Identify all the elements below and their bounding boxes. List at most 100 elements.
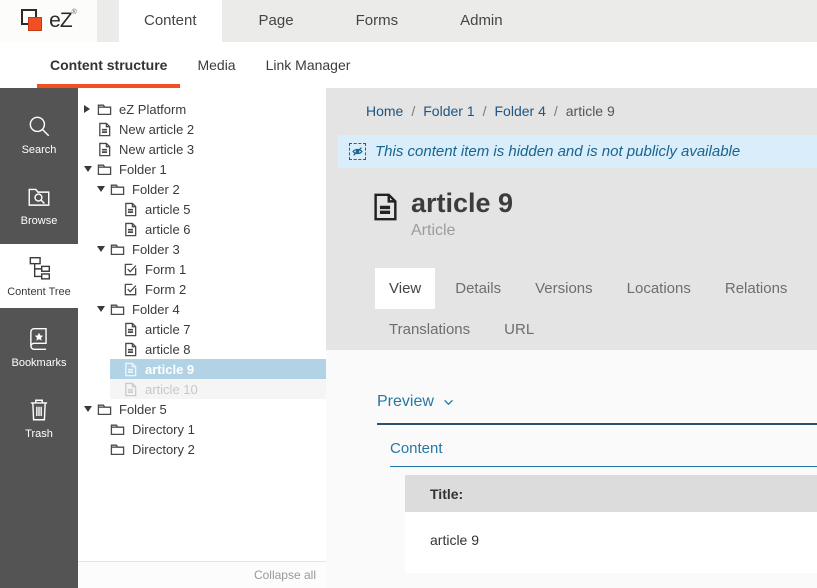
preview-label: Preview [377,393,434,411]
sidebar-item-browse[interactable]: Browse [0,173,78,237]
subnav-link-manager[interactable]: Link Manager [266,42,351,88]
top-bar: eZ® Content Page Forms Admin [0,0,817,42]
tree-item-label: New article 2 [119,122,194,137]
tree-item[interactable]: article 7 [78,319,326,339]
breadcrumb-link-home[interactable]: Home [366,103,403,119]
tab-url[interactable]: URL [490,309,548,350]
tree-item[interactable]: article 8 [78,339,326,359]
expander-icon[interactable] [97,186,110,192]
nav-tab-page[interactable]: Page [234,0,319,42]
tree-item[interactable]: eZ Platform [78,99,326,119]
nav-tab-content[interactable]: Content [119,0,222,42]
browse-icon [26,184,52,210]
tab-translations[interactable]: Translations [375,309,484,350]
nav-tab-forms[interactable]: Forms [331,0,424,42]
content-tree-icon [26,255,52,281]
breadcrumb-link-folder1[interactable]: Folder 1 [423,103,474,119]
article-icon [123,222,138,237]
tree-item-label: Folder 1 [119,162,167,177]
expander-icon[interactable] [84,406,97,412]
nav-tab-admin[interactable]: Admin [435,0,528,42]
tab-view[interactable]: View [375,268,435,309]
tree-item[interactable]: Directory 1 [78,419,326,439]
sidebar-item-label: Content Tree [7,286,71,298]
main-nav: Content Page Forms Admin [119,0,528,42]
article-icon [123,342,138,357]
tree-item-label: article 5 [145,202,191,217]
tree-item[interactable]: Folder 5 [78,399,326,419]
folder-icon [110,422,125,437]
page-title: article 9 [411,188,513,218]
sidebar-item-label: Bookmarks [11,357,66,369]
tree-item-hidden[interactable]: article 10 [78,379,326,399]
content-group-label: Content [390,440,817,457]
field-value: article 9 [405,512,817,573]
sidebar-item-label: Search [22,144,57,156]
tab-versions[interactable]: Versions [521,268,607,309]
divider [390,466,817,467]
form-icon [123,282,138,297]
hidden-eye-icon [349,143,366,160]
article-icon [97,122,112,137]
collapse-all-button[interactable]: Collapse all [254,568,316,582]
tree-item-label: article 6 [145,222,191,237]
sidebar-item-trash[interactable]: Trash [0,386,78,450]
sidebar: Search Browse Content Tree Bookmarks Tra… [0,88,78,588]
breadcrumb-separator: / [483,103,487,119]
tree-item-label: Folder 2 [132,182,180,197]
folder-icon [110,442,125,457]
expander-icon[interactable] [84,105,97,113]
tree-item[interactable]: New article 3 [78,139,326,159]
tree-item-label: article 9 [145,362,194,377]
tree-item[interactable]: New article 2 [78,119,326,139]
tree-item-label: article 8 [145,342,191,357]
article-icon [370,190,400,224]
tree-item-label: article 7 [145,322,191,337]
subnav-media[interactable]: Media [197,42,235,88]
tree-item[interactable]: Folder 1 [78,159,326,179]
ez-logo-icon [21,8,45,34]
content-type-label: Article [411,222,513,240]
field-table: Title: article 9 [405,475,817,573]
sidebar-item-content-tree[interactable]: Content Tree [0,244,78,308]
tab-details[interactable]: Details [441,268,515,309]
article-icon [123,362,138,377]
expander-icon[interactable] [84,166,97,172]
field-name: Title: [405,475,817,512]
tree-item-label: Directory 1 [132,422,195,437]
tree-footer: Collapse all [78,561,326,588]
ez-logo-text: eZ® [49,9,76,33]
tree-item[interactable]: Form 2 [78,279,326,299]
sidebar-item-label: Trash [25,428,53,440]
content-tabs: View Details Versions Locations Relation… [375,268,817,350]
expander-icon[interactable] [97,306,110,312]
breadcrumb-current: article 9 [566,103,615,119]
tree-item-label: eZ Platform [119,102,186,117]
preview-toggle[interactable]: Preview [377,393,817,411]
tree-item-label: Directory 2 [132,442,195,457]
notice-text: This content item is hidden and is not p… [375,143,740,160]
breadcrumb: Home/Folder 1/Folder 4/article 9 [326,88,817,119]
breadcrumb-link-folder4[interactable]: Folder 4 [495,103,546,119]
tab-locations[interactable]: Locations [613,268,705,309]
tree-item[interactable]: article 6 [78,219,326,239]
folder-icon [97,102,112,117]
folder-icon [110,242,125,257]
tree-item[interactable]: Folder 3 [78,239,326,259]
sidebar-item-search[interactable]: Search [0,102,78,166]
tree-item[interactable]: Folder 2 [78,179,326,199]
tree-item-selected[interactable]: article 9 [78,359,326,379]
tab-relations[interactable]: Relations [711,268,802,309]
sidebar-item-bookmarks[interactable]: Bookmarks [0,315,78,379]
subnav-content-structure[interactable]: Content structure [50,42,167,88]
form-icon [123,262,138,277]
tree-item[interactable]: Form 1 [78,259,326,279]
tree-item-label: New article 3 [119,142,194,157]
tree-item[interactable]: Folder 4 [78,299,326,319]
tree-item[interactable]: Directory 2 [78,439,326,459]
expander-icon[interactable] [97,246,110,252]
bookmarks-icon [26,326,52,352]
article-icon [123,202,138,217]
tree-item[interactable]: article 5 [78,199,326,219]
ez-logo[interactable]: eZ® [0,0,97,42]
